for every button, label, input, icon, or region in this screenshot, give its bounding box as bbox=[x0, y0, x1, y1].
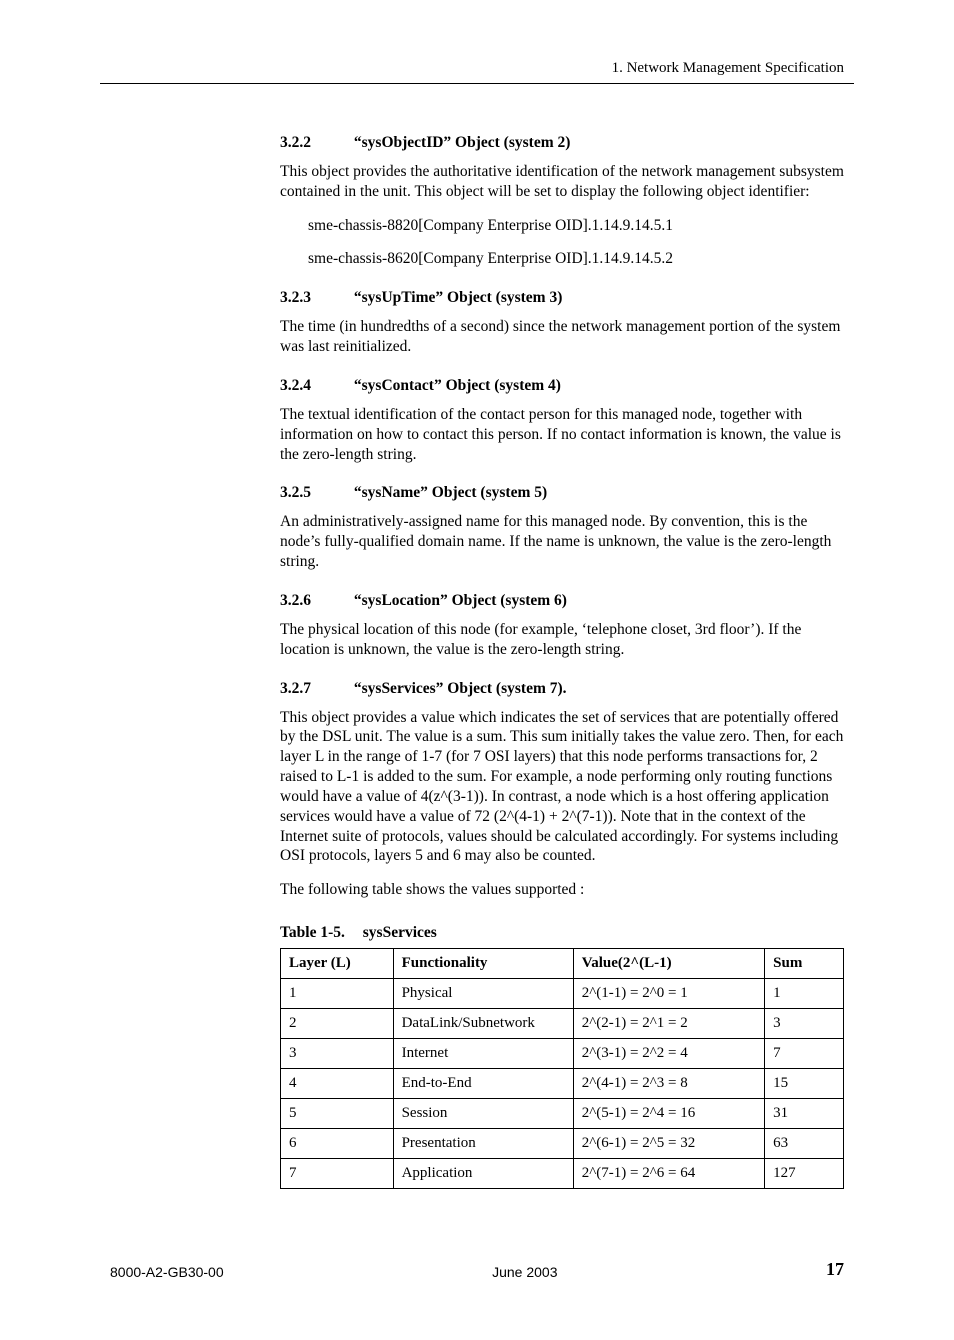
table-cell: 127 bbox=[765, 1159, 844, 1189]
heading-3-2-5: 3.2.5 “sysName” Object (system 5) bbox=[280, 484, 844, 502]
running-header: 1. Network Management Specification bbox=[100, 60, 854, 84]
paragraph: The time (in hundredths of a second) sin… bbox=[280, 317, 844, 357]
table-cell: 2^(2-1) = 2^1 = 2 bbox=[573, 1009, 764, 1039]
table-cell: DataLink/Subnetwork bbox=[393, 1009, 573, 1039]
footer-doc-id: 8000-A2-GB30-00 bbox=[110, 1264, 224, 1280]
table-cell: 1 bbox=[281, 979, 394, 1009]
table-number: Table 1-5. bbox=[280, 924, 345, 941]
table-cell: 2^(1-1) = 2^0 = 1 bbox=[573, 979, 764, 1009]
col-functionality: Functionality bbox=[393, 949, 573, 979]
col-value: Value(2^(L-1) bbox=[573, 949, 764, 979]
heading-title: “sysServices” Object (system 7). bbox=[354, 680, 567, 697]
table-cell: End-to-End bbox=[393, 1069, 573, 1099]
table-cell: 2 bbox=[281, 1009, 394, 1039]
table-cell: Session bbox=[393, 1099, 573, 1129]
table-cell: 1 bbox=[765, 979, 844, 1009]
table-row: 1Physical2^(1-1) = 2^0 = 11 bbox=[281, 979, 844, 1009]
table-row: 7Application2^(7-1) = 2^6 = 64127 bbox=[281, 1159, 844, 1189]
table-cell: 3 bbox=[765, 1009, 844, 1039]
table-cell: 2^(3-1) = 2^2 = 4 bbox=[573, 1039, 764, 1069]
heading-number: 3.2.7 bbox=[280, 680, 350, 698]
table-cell: Physical bbox=[393, 979, 573, 1009]
table-cell: Presentation bbox=[393, 1129, 573, 1159]
heading-3-2-4: 3.2.4 “sysContact” Object (system 4) bbox=[280, 377, 844, 395]
heading-title: “sysUpTime” Object (system 3) bbox=[354, 289, 563, 306]
table-cell: Internet bbox=[393, 1039, 573, 1069]
code-line: sme-chassis-8620[Company Enterprise OID]… bbox=[308, 249, 844, 269]
table-cell: 2^(5-1) = 2^4 = 16 bbox=[573, 1099, 764, 1129]
table-row: 2DataLink/Subnetwork2^(2-1) = 2^1 = 23 bbox=[281, 1009, 844, 1039]
table-cell: 15 bbox=[765, 1069, 844, 1099]
table-cell: 2^(7-1) = 2^6 = 64 bbox=[573, 1159, 764, 1189]
table-title: sysServices bbox=[363, 924, 437, 941]
table-row: 3Internet2^(3-1) = 2^2 = 47 bbox=[281, 1039, 844, 1069]
page-footer: 8000-A2-GB30-00 June 2003 17 bbox=[110, 1259, 844, 1300]
table-cell: 4 bbox=[281, 1069, 394, 1099]
paragraph: The textual identification of the contac… bbox=[280, 405, 844, 464]
table-cell: 63 bbox=[765, 1129, 844, 1159]
heading-title: “sysObjectID” Object (system 2) bbox=[354, 134, 571, 151]
table-row: 5Session2^(5-1) = 2^4 = 1631 bbox=[281, 1099, 844, 1129]
table-cell: 2^(4-1) = 2^3 = 8 bbox=[573, 1069, 764, 1099]
table-cell: 7 bbox=[281, 1159, 394, 1189]
paragraph: This object provides the authoritative i… bbox=[280, 162, 844, 202]
footer-date: June 2003 bbox=[492, 1264, 557, 1280]
page: 1. Network Management Specification 3.2.… bbox=[0, 0, 954, 1340]
table-row: 6Presentation2^(6-1) = 2^5 = 3263 bbox=[281, 1129, 844, 1159]
content-body: 3.2.2 “sysObjectID” Object (system 2) Th… bbox=[280, 134, 844, 1189]
table-caption: Table 1-5. sysServices bbox=[280, 924, 844, 942]
table-header-row: Layer (L) Functionality Value(2^(L-1) Su… bbox=[281, 949, 844, 979]
heading-3-2-3: 3.2.3 “sysUpTime” Object (system 3) bbox=[280, 289, 844, 307]
heading-number: 3.2.4 bbox=[280, 377, 350, 395]
table-cell: 2^(6-1) = 2^5 = 32 bbox=[573, 1129, 764, 1159]
table-cell: 5 bbox=[281, 1099, 394, 1129]
sysservices-table: Layer (L) Functionality Value(2^(L-1) Su… bbox=[280, 948, 844, 1189]
code-line: sme-chassis-8820[Company Enterprise OID]… bbox=[308, 216, 844, 236]
footer-page-number: 17 bbox=[826, 1259, 844, 1280]
paragraph: The physical location of this node (for … bbox=[280, 620, 844, 660]
table-row: 4End-to-End2^(4-1) = 2^3 = 815 bbox=[281, 1069, 844, 1099]
col-sum: Sum bbox=[765, 949, 844, 979]
heading-title: “sysContact” Object (system 4) bbox=[354, 377, 561, 394]
table-cell: Application bbox=[393, 1159, 573, 1189]
col-layer: Layer (L) bbox=[281, 949, 394, 979]
heading-title: “sysLocation” Object (system 6) bbox=[354, 592, 567, 609]
heading-title: “sysName” Object (system 5) bbox=[354, 484, 547, 501]
heading-3-2-7: 3.2.7 “sysServices” Object (system 7). bbox=[280, 680, 844, 698]
table-cell: 31 bbox=[765, 1099, 844, 1129]
heading-3-2-6: 3.2.6 “sysLocation” Object (system 6) bbox=[280, 592, 844, 610]
paragraph: The following table shows the values sup… bbox=[280, 880, 844, 900]
heading-number: 3.2.5 bbox=[280, 484, 350, 502]
heading-number: 3.2.2 bbox=[280, 134, 350, 152]
table-cell: 7 bbox=[765, 1039, 844, 1069]
table-cell: 6 bbox=[281, 1129, 394, 1159]
paragraph: This object provides a value which indic… bbox=[280, 708, 844, 867]
heading-3-2-2: 3.2.2 “sysObjectID” Object (system 2) bbox=[280, 134, 844, 152]
table-cell: 3 bbox=[281, 1039, 394, 1069]
heading-number: 3.2.3 bbox=[280, 289, 350, 307]
paragraph: An administratively-assigned name for th… bbox=[280, 512, 844, 571]
heading-number: 3.2.6 bbox=[280, 592, 350, 610]
